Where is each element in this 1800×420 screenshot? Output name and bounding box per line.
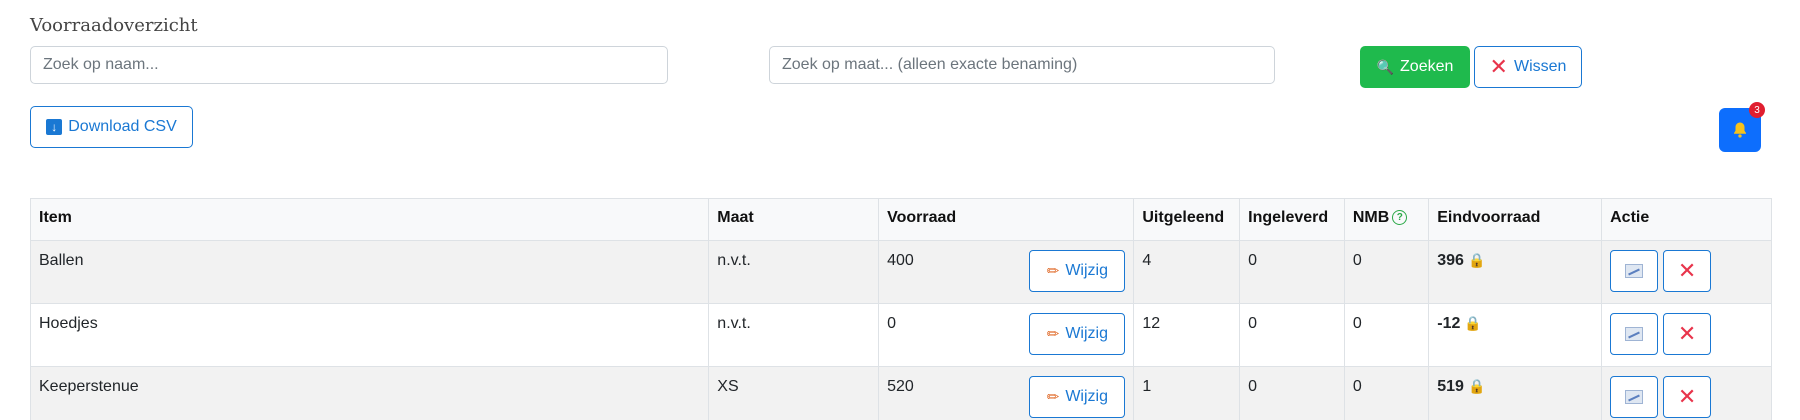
delete-button[interactable]: ✕ — [1663, 376, 1712, 418]
cell-item: Keeperstenue — [29, 366, 710, 420]
voorraad-value: 520 — [887, 378, 914, 395]
cell-item: Hoedjes — [29, 303, 710, 367]
header-actie: Actie — [1601, 198, 1772, 241]
notifications-button[interactable]: 3 — [1719, 102, 1765, 152]
cell-voorraad: 0 ✏ Wijzig — [878, 303, 1135, 367]
table-row: Hoedjes n.v.t. 0 ✏ Wijzig 12 0 0 -12 🔒 ✕ — [29, 303, 1772, 367]
close-icon: ✕ — [1677, 321, 1697, 346]
header-item: Item — [29, 198, 710, 241]
header-voorraad: Voorraad — [878, 198, 1135, 241]
header-uitgeleend: Uitgeleend — [1133, 198, 1241, 241]
cell-item: Ballen — [29, 240, 710, 304]
cell-maat: n.v.t. — [708, 303, 880, 367]
header-maat: Maat — [708, 198, 880, 241]
eindvoorraad-value: 396 — [1437, 252, 1464, 269]
search-button[interactable]: 🔍 Zoeken — [1360, 46, 1470, 88]
header-nmb: NMB? — [1343, 198, 1430, 241]
search-size-input[interactable] — [769, 46, 1275, 84]
edit-stock-button[interactable]: ✏ Wijzig — [1029, 250, 1126, 292]
magnifier-icon: 🔍 — [1376, 58, 1395, 75]
cell-nmb: 0 — [1343, 240, 1430, 304]
table-row: Ballen n.v.t. 400 ✏ Wijzig 4 0 0 396 🔒 ✕ — [29, 240, 1772, 304]
delete-button[interactable]: ✕ — [1663, 313, 1712, 355]
chart-button[interactable] — [1610, 250, 1659, 292]
cell-maat: XS — [708, 366, 880, 420]
clear-button-label: Wissen — [1513, 58, 1567, 75]
eindvoorraad-value: -12 — [1437, 315, 1461, 332]
edit-stock-label: Wijzig — [1065, 388, 1108, 405]
chart-icon — [1625, 327, 1644, 341]
download-csv-button[interactable]: ↓ Download CSV — [30, 106, 193, 148]
table-row: Keeperstenue XS 520 ✏ Wijzig 1 0 0 519🔒 — [29, 366, 1772, 420]
inventory-table: Item Maat Voorraad Uitgeleend Ingeleverd… — [29, 198, 1772, 420]
lock-icon: 🔒 — [1467, 378, 1486, 394]
bell-icon — [1734, 122, 1746, 138]
cell-eindvoorraad: -12 🔒 — [1428, 303, 1603, 367]
cell-eindvoorraad: 519 🔒 — [1428, 366, 1603, 420]
lock-icon: 🔒 — [1467, 252, 1486, 268]
pencil-icon: ✏ — [1046, 326, 1060, 343]
pencil-icon: ✏ — [1046, 263, 1060, 280]
chart-button[interactable] — [1610, 376, 1659, 418]
download-csv-label: Download CSV — [68, 118, 177, 135]
voorraad-value: 0 — [887, 315, 897, 332]
chart-icon — [1625, 390, 1644, 404]
cell-actie: ✕ — [1601, 303, 1772, 367]
close-icon: ✕ — [1489, 54, 1508, 79]
edit-stock-button[interactable]: ✏ Wijzig — [1029, 313, 1126, 355]
cell-ingeleverd: 0 — [1239, 366, 1345, 420]
cell-actie: ✕ — [1601, 366, 1772, 420]
cell-uitgeleend: 12 — [1133, 303, 1241, 367]
cell-nmb: 0 — [1343, 303, 1430, 367]
pencil-icon: ✏ — [1046, 389, 1060, 406]
page-title: Voorraadoverzicht — [30, 15, 198, 36]
edit-stock-label: Wijzig — [1065, 262, 1108, 279]
voorraad-value: 400 — [887, 252, 914, 269]
cell-ingeleverd: 0 — [1239, 240, 1345, 304]
header-nmb-label: NMB — [1352, 209, 1390, 226]
edit-stock-button[interactable]: ✏ Wijzig — [1029, 376, 1126, 418]
cell-voorraad: 400 ✏ Wijzig — [878, 240, 1135, 304]
chart-button[interactable] — [1610, 313, 1659, 355]
search-name-input[interactable] — [30, 46, 668, 84]
header-ingeleverd: Ingeleverd — [1239, 198, 1345, 241]
eindvoorraad-value: 519 — [1437, 378, 1464, 395]
inventory-page: Voorraadoverzicht 🔍 Zoeken ✕ Wissen ↓ Do… — [0, 0, 1800, 420]
delete-button[interactable]: ✕ — [1663, 250, 1712, 292]
edit-stock-label: Wijzig — [1065, 325, 1108, 342]
clear-button[interactable]: ✕ Wissen — [1474, 46, 1582, 88]
table-header-row: Item Maat Voorraad Uitgeleend Ingeleverd… — [29, 198, 1772, 241]
cell-eindvoorraad: 396 🔒 — [1428, 240, 1603, 304]
notification-badge: 3 — [1749, 102, 1765, 118]
cell-ingeleverd: 0 — [1239, 303, 1345, 367]
help-circle-icon[interactable]: ? — [1392, 210, 1408, 226]
cell-uitgeleend: 4 — [1133, 240, 1241, 304]
chart-icon — [1625, 264, 1644, 278]
cell-maat: n.v.t. — [708, 240, 880, 304]
search-button-label: Zoeken — [1400, 58, 1454, 75]
lock-icon: 🔒 — [1464, 315, 1482, 331]
header-eindvoorraad: Eindvoorraad — [1428, 198, 1603, 241]
cell-nmb: 0 — [1343, 366, 1430, 420]
close-icon: ✕ — [1677, 384, 1697, 409]
cell-actie: ✕ — [1601, 240, 1772, 304]
cell-voorraad: 520 ✏ Wijzig — [878, 366, 1135, 420]
cell-uitgeleend: 1 — [1133, 366, 1241, 420]
close-icon: ✕ — [1677, 258, 1697, 283]
download-icon: ↓ — [46, 119, 63, 135]
